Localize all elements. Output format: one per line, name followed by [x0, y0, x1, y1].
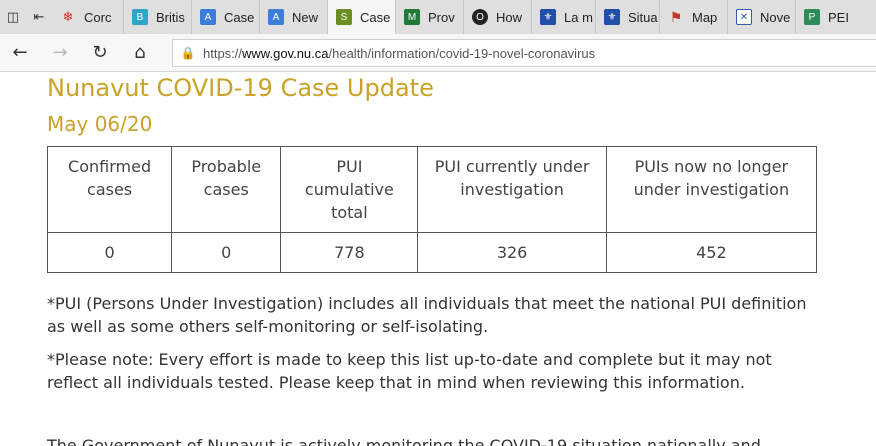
- tab-label: Map: [692, 9, 718, 25]
- cell-pui-total: 778: [280, 232, 419, 273]
- tab-label: New: [292, 9, 319, 25]
- tab-label: Prov: [428, 9, 455, 25]
- tab-manager-icon[interactable]: ◫: [0, 0, 26, 34]
- quebec-icon: ⚜: [540, 9, 556, 25]
- ns-flag-icon: ✕: [736, 9, 752, 25]
- header-pui-current: PUI currently under investigation: [417, 146, 607, 233]
- tab-label: PEI: [828, 9, 849, 25]
- quebec-icon: ⚜: [604, 9, 620, 25]
- cell-pui-current: 326: [417, 232, 607, 273]
- tab-9[interactable]: ⚜ Situa: [596, 0, 660, 34]
- tab-label: Nove: [760, 9, 791, 25]
- case-table: Confirmed cases Probable cases PUI cumul…: [46, 146, 818, 273]
- tab-6[interactable]: M Prov: [396, 0, 464, 34]
- tab-strip: ◫ ⇤ ❄ Corc B Britis A Case A New S Case …: [0, 0, 876, 34]
- pei-icon: P: [804, 9, 820, 25]
- forward-arrow-icon[interactable]: →: [40, 34, 80, 72]
- page-title: Nunavut COVID-19 Case Update: [47, 74, 434, 102]
- url-path: /health/information/covid-19-novel-coron…: [328, 45, 596, 61]
- cell-pui-closed: 452: [605, 232, 818, 273]
- bc-shield-icon: B: [132, 9, 148, 25]
- tab-label: Case: [360, 9, 391, 25]
- tab-12[interactable]: P PEI: [796, 0, 854, 34]
- tab-10[interactable]: ⚑ Map: [660, 0, 728, 34]
- tab-label: La m: [564, 9, 593, 25]
- tab-11[interactable]: ✕ Nove: [728, 0, 796, 34]
- tab-label: Case: [224, 9, 255, 25]
- set-tabs-aside-icon[interactable]: ⇤: [26, 0, 52, 34]
- intro-paragraph: The Government of Nunavut is actively mo…: [47, 436, 761, 446]
- cell-confirmed: 0: [46, 232, 173, 273]
- accuracy-note: *Please note: Every effort is made to ke…: [47, 350, 772, 392]
- table-row: 0 0 778 326 452: [46, 232, 818, 273]
- tab-7[interactable]: O How: [464, 0, 532, 34]
- home-icon[interactable]: ⌂: [120, 34, 160, 72]
- manitoba-icon: M: [404, 9, 420, 25]
- table-header-row: Confirmed cases Probable cases PUI cumul…: [46, 146, 818, 233]
- header-probable: Probable cases: [171, 146, 282, 233]
- header-pui-total: PUI cumulative total: [280, 146, 419, 233]
- tab-2[interactable]: B Britis: [124, 0, 192, 34]
- maple-leaf-icon: ❄: [62, 9, 74, 24]
- alberta-icon: A: [200, 9, 216, 25]
- map-icon: ⚑: [669, 8, 683, 25]
- lock-icon[interactable]: 🔒: [173, 46, 203, 60]
- tab-5[interactable]: S Case: [328, 0, 396, 34]
- update-date: May 06/20: [47, 112, 153, 136]
- page-content: Nunavut COVID-19 Case Update May 06/20 C…: [0, 72, 876, 446]
- header-pui-closed: PUIs now no longer under investigation: [605, 146, 818, 233]
- tab-label: Situa: [628, 9, 658, 25]
- header-confirmed: Confirmed cases: [46, 146, 173, 233]
- tab-label: Corc: [84, 9, 112, 25]
- refresh-icon[interactable]: ↻: [80, 34, 120, 72]
- back-arrow-icon[interactable]: ←: [0, 34, 40, 72]
- address-bar[interactable]: 🔒 https://www.gov.nu.ca/health/informati…: [172, 39, 876, 67]
- tab-4[interactable]: A New: [260, 0, 328, 34]
- tab-8[interactable]: ⚜ La m: [532, 0, 596, 34]
- tab-label: How: [496, 9, 523, 25]
- tab-label: Britis: [156, 9, 185, 25]
- sask-icon: S: [336, 9, 352, 25]
- url-prefix: https://: [203, 45, 243, 61]
- tab-1[interactable]: ❄ Corc: [52, 0, 124, 34]
- alberta-icon: A: [268, 9, 284, 25]
- address-toolbar: ← → ↻ ⌂ 🔒 https://www.gov.nu.ca/health/i…: [0, 34, 876, 72]
- tab-list: ❄ Corc B Britis A Case A New S Case M Pr…: [52, 0, 854, 34]
- pui-definition-note: *PUI (Persons Under Investigation) inclu…: [47, 294, 807, 336]
- ontario-icon: O: [472, 9, 488, 25]
- tab-3[interactable]: A Case: [192, 0, 260, 34]
- url-host: www.gov.nu.ca: [242, 45, 329, 61]
- tab-actions: ◫ ⇤: [0, 0, 52, 34]
- cell-probable: 0: [171, 232, 282, 273]
